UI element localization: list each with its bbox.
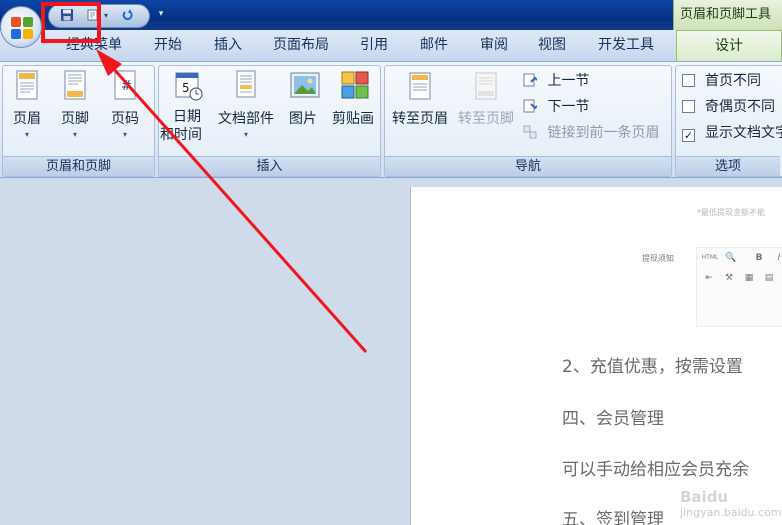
withdraw-notice-label: 提现须知 (642, 254, 674, 263)
tab-developer[interactable]: 开发工具 (590, 30, 662, 61)
tab-page-layout[interactable]: 页面布局 (266, 30, 336, 61)
embedded-editor: HTML 🔍 B I ⇤ ⚒ ▦ ▤ (696, 247, 782, 327)
group-label-options: 选项 (676, 156, 780, 176)
header-button-label: 页眉 (13, 111, 41, 127)
group-header-footer: 页眉 ▾ 页脚 ▾ # 页码 ▾ 页眉和页脚 (2, 65, 155, 177)
date-time-label-line2: 和时间 (160, 127, 202, 143)
goto-header-button[interactable]: 转至页眉 (389, 70, 451, 128)
footer-button-label: 页脚 (61, 111, 89, 127)
italic-icon: I (777, 253, 781, 263)
grid-icon: ▤ (764, 273, 774, 283)
group-label-navigation: 导航 (385, 156, 671, 176)
chevron-down-icon: ▾ (72, 130, 77, 139)
indent-icon: ⇤ (705, 273, 713, 283)
tab-references[interactable]: 引用 (351, 30, 397, 61)
annotation-highlight-box (41, 2, 101, 43)
toolbar-tool-icon: ⚒ (724, 273, 734, 283)
search-icon: 🔍 (725, 253, 737, 263)
page-number-button[interactable]: # 页码 ▾ (105, 70, 145, 139)
checkbox-box[interactable] (682, 74, 695, 87)
header-button[interactable]: 页眉 ▾ (7, 70, 47, 139)
next-section-button[interactable]: 下一节 (523, 96, 589, 118)
goto-footer-button[interactable]: 转至页脚 (455, 70, 517, 128)
bold-icon: B (755, 253, 763, 263)
chevron-down-icon: ▾ (24, 130, 29, 139)
group-label-header-footer: 页眉和页脚 (3, 156, 154, 176)
doc-line-recharge: 2、充值优惠，按需设置 (562, 357, 743, 377)
page-number-button-label: 页码 (111, 111, 139, 127)
different-first-page-checkbox[interactable]: 首页不同 (682, 70, 761, 92)
show-document-text-checkbox[interactable]: ✓ 显示文档文字 (682, 122, 782, 144)
document-parts-button[interactable]: 文档部件 ▾ (215, 70, 277, 139)
picture-button[interactable]: 图片 (283, 70, 323, 128)
tab-insert[interactable]: 插入 (205, 30, 251, 61)
show-document-text-label: 显示文档文字 (705, 125, 782, 141)
customize-toolbar-icon[interactable]: ▾ (155, 9, 167, 21)
previous-section-button[interactable]: 上一节 (523, 70, 589, 92)
page-number-icon: # (112, 70, 138, 102)
next-section-icon (523, 99, 537, 113)
tab-review[interactable]: 审阅 (471, 30, 517, 61)
contextual-tools-title: 页眉和页脚工具 (673, 0, 782, 30)
tab-view[interactable]: 视图 (529, 30, 575, 61)
doc-line-signin: 五、签到管理 (562, 510, 664, 525)
link-to-previous-button[interactable]: 链接到前一条页眉 (523, 122, 659, 144)
ribbon: 页眉 ▾ 页脚 ▾ # 页码 ▾ 页眉和页脚 5 日期 和时间 文档部件 ▾ 图… (0, 62, 782, 178)
svg-text:#: # (121, 79, 132, 94)
doc-line-manual: 可以手动给相应会员充余 (562, 460, 749, 480)
link-to-previous-label: 链接到前一条页眉 (547, 125, 660, 141)
tab-mailings[interactable]: 邮件 (411, 30, 457, 61)
svg-text:5: 5 (182, 81, 190, 95)
group-label-insert: 插入 (159, 156, 380, 176)
redo-icon[interactable] (119, 8, 137, 24)
title-bar: ▾ ▾ 页眉和页脚工具 (0, 0, 782, 32)
different-odd-even-checkbox[interactable]: 奇偶页不同 (682, 96, 775, 118)
undo-dropdown-icon[interactable]: ▾ (101, 8, 111, 24)
office-logo-icon (11, 17, 33, 39)
group-options: 首页不同 奇偶页不同 ✓ 显示文档文字 选项 (675, 65, 782, 177)
clipart-label: 剪贴画 (332, 111, 374, 127)
group-insert: 5 日期 和时间 文档部件 ▾ 图片 剪贴画 插入 (158, 65, 381, 177)
clipart-button[interactable]: 剪贴画 (329, 70, 377, 128)
picture-icon (290, 70, 320, 102)
withdraw-note: *最低提现金额不能 (697, 208, 765, 217)
different-first-page-label: 首页不同 (705, 73, 761, 89)
footer-button[interactable]: 页脚 ▾ (55, 70, 95, 139)
checkbox-box[interactable] (682, 100, 695, 113)
goto-header-icon (407, 70, 433, 102)
tab-design[interactable]: 设计 (676, 30, 782, 61)
next-section-label: 下一节 (547, 99, 590, 115)
document-parts-icon (233, 70, 259, 102)
different-odd-even-label: 奇偶页不同 (705, 99, 775, 115)
calendar-icon: 5 (174, 70, 203, 102)
doc-line-members: 四、会员管理 (562, 409, 664, 429)
group-navigation: 转至页眉 转至页脚 上一节 下一节 链接到前一条页眉 导航 (384, 65, 672, 177)
previous-section-icon (523, 73, 537, 87)
header-icon (14, 70, 40, 102)
document-parts-label: 文档部件 (218, 111, 274, 127)
footer-icon (62, 70, 88, 102)
chevron-down-icon: ▾ (122, 130, 127, 139)
html-source-icon: HTML (701, 254, 719, 261)
goto-header-label: 转至页眉 (392, 111, 448, 127)
ribbon-tab-row: 经典菜单 开始 插入 页面布局 引用 邮件 审阅 视图 开发工具 设计 (0, 30, 782, 62)
clipart-icon (340, 70, 369, 102)
document-page[interactable]: *最低提现金额不能 提现须知 HTML 🔍 B I ⇤ ⚒ ▦ ▤ 2、充值优惠… (410, 187, 782, 525)
picture-label: 图片 (289, 111, 317, 127)
baidu-watermark: Baidu jingyan.baidu.com (680, 488, 782, 519)
date-time-label-line1: 日期 (173, 109, 201, 125)
watermark-url: jingyan.baidu.com (680, 506, 782, 519)
previous-section-label: 上一节 (547, 73, 590, 89)
tab-home[interactable]: 开始 (145, 30, 191, 61)
link-icon (523, 125, 537, 139)
chevron-down-icon: ▾ (243, 130, 248, 139)
checkmark-icon[interactable]: ✓ (682, 129, 695, 142)
watermark-brand: Baidu (680, 488, 729, 506)
date-time-button[interactable]: 5 日期 和时间 (160, 70, 211, 144)
goto-footer-icon (473, 70, 499, 102)
office-button[interactable] (0, 6, 42, 48)
goto-footer-label: 转至页脚 (458, 111, 514, 127)
table-icon: ▦ (744, 273, 754, 283)
